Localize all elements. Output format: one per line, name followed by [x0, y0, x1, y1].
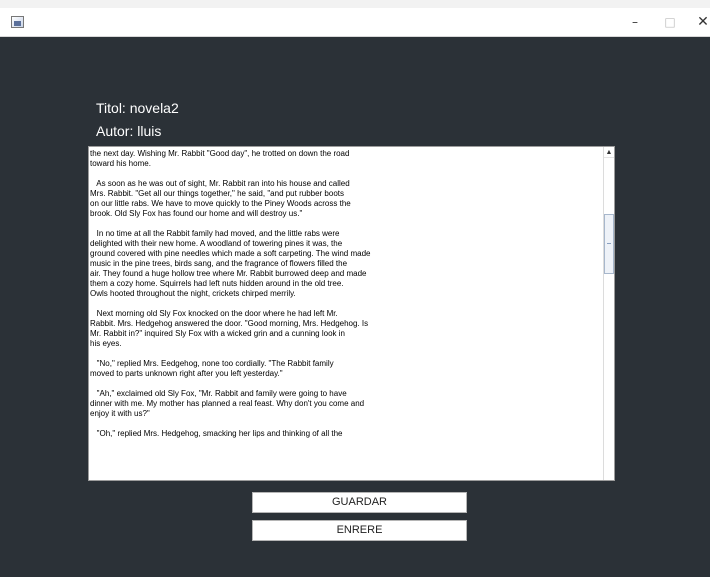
story-line	[90, 379, 600, 389]
story-line: the next day. Wishing Mr. Rabbit "Good d…	[90, 149, 350, 158]
story-line: Next morning old Sly Fox knocked on the …	[90, 309, 338, 318]
scroll-thumb[interactable]	[604, 214, 614, 274]
story-line: his eyes.	[90, 339, 122, 348]
vertical-scrollbar[interactable]: ▲	[603, 147, 614, 480]
story-line: toward his home.	[90, 159, 151, 168]
story-line: enjoy it with us?"	[90, 409, 150, 418]
novel-title-label: Titol: novela2	[96, 100, 179, 116]
window-titlebar[interactable]: – □ ✕	[0, 8, 710, 37]
story-line: air. They found a huge hollow tree where…	[90, 269, 367, 278]
story-line	[90, 169, 600, 179]
story-text-area[interactable]: the next day. Wishing Mr. Rabbit "Good d…	[88, 146, 615, 481]
back-button[interactable]: ENRERE	[252, 520, 467, 541]
story-line: Mr. Rabbit in?" inquired Sly Fox with a …	[90, 329, 345, 338]
story-line: ground covered with pine needles which m…	[90, 249, 371, 258]
novel-author-label: Autor: lluis	[96, 123, 162, 139]
close-button[interactable]: ✕	[688, 12, 710, 32]
java-app-icon	[11, 16, 24, 28]
story-line: "Ah," exclaimed old Sly Fox, "Mr. Rabbit…	[90, 389, 347, 398]
story-line	[90, 419, 600, 429]
story-line: music in the pine trees, birds sang, and…	[90, 259, 348, 268]
story-line: dinner with me. My mother has planned a …	[90, 399, 365, 408]
story-line	[90, 219, 600, 229]
story-line	[90, 349, 600, 359]
story-line: Owls hooted throughout the night, cricke…	[90, 289, 296, 298]
story-line: them a cozy home. Squirrels had left nut…	[90, 279, 344, 288]
minimize-button[interactable]: –	[620, 12, 650, 32]
story-line: brook. Old Sly Fox has found our home an…	[90, 209, 303, 218]
story-line: "Oh," replied Mrs. Hedgehog, smacking he…	[90, 429, 343, 438]
story-line: "No," replied Mrs. Eedgehog, none too co…	[90, 359, 334, 368]
story-line: moved to parts unknown right after you l…	[90, 369, 283, 378]
story-line: As soon as he was out of sight, Mr. Rabb…	[90, 179, 350, 188]
story-line: delighted with their new home. A woodlan…	[90, 239, 343, 248]
story-line: Rabbit. Mrs. Hedgehog answered the door.…	[90, 319, 369, 328]
story-line	[90, 299, 600, 309]
story-line: In no time at all the Rabbit family had …	[90, 229, 340, 238]
maximize-button[interactable]: □	[655, 12, 685, 32]
story-line: Mrs. Rabbit. "Get all our things togethe…	[90, 189, 344, 198]
story-text-content[interactable]: the next day. Wishing Mr. Rabbit "Good d…	[90, 149, 600, 479]
top-strip	[0, 0, 710, 8]
scroll-up-arrow-icon[interactable]: ▲	[604, 147, 614, 158]
save-button[interactable]: GUARDAR	[252, 492, 467, 513]
story-line: on our little rabs. We have to move quic…	[90, 199, 351, 208]
